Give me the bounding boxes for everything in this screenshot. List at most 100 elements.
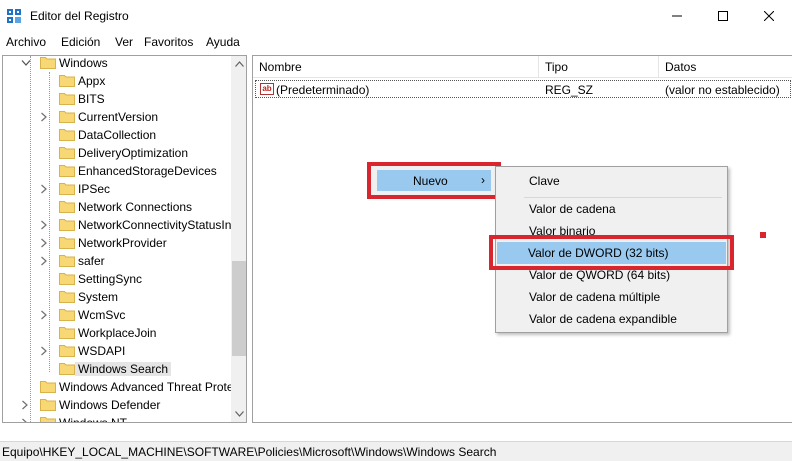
menu-item-nuevo[interactable]: Nuevo ›	[377, 170, 491, 191]
tree-item[interactable]: WSDAPI	[3, 342, 231, 360]
tree-item[interactable]: Network Connections	[3, 198, 231, 216]
chevron-right-icon[interactable]	[20, 417, 30, 422]
window-title: Editor del Registro	[30, 9, 129, 23]
submenu-valor-dword[interactable]: Valor de DWORD (32 bits)	[497, 242, 726, 264]
close-icon	[764, 10, 774, 21]
maximize-button[interactable]	[700, 0, 746, 31]
registry-path: Equipo\HKEY_LOCAL_MACHINE\SOFTWARE\Polic…	[2, 445, 497, 459]
tree-item[interactable]: NetworkConnectivityStatusIn	[3, 216, 231, 234]
menu-ver[interactable]: Ver	[115, 35, 133, 49]
tree-item[interactable]: DeliveryOptimization	[3, 144, 231, 162]
submenu-valor-cadena-expandible[interactable]: Valor de cadena expandible	[498, 308, 725, 330]
folder-icon	[59, 74, 75, 87]
tree-item[interactable]: Windows Advanced Threat Prote	[3, 378, 234, 396]
folder-icon	[59, 236, 75, 249]
menu-favoritos[interactable]: Favoritos	[144, 35, 193, 49]
tree-item[interactable]: Appx	[3, 72, 231, 90]
folder-icon	[59, 92, 75, 105]
tree-item[interactable]: BITS	[3, 90, 231, 108]
submenu-label: Valor de cadena	[529, 202, 616, 216]
chevron-right-icon[interactable]	[39, 309, 49, 321]
tree-item[interactable]: Windows Defender	[3, 396, 231, 414]
chevron-right-icon[interactable]	[39, 111, 49, 123]
tree-item[interactable]: WcmSvc	[3, 306, 231, 324]
minimize-button[interactable]	[654, 0, 700, 31]
tree-item[interactable]: Windows Search	[3, 360, 231, 378]
submenu-valor-cadena[interactable]: Valor de cadena	[498, 198, 725, 220]
menu-bar: Archivo Edición Ver Favoritos Ayuda	[0, 31, 792, 53]
menu-edicion[interactable]: Edición	[61, 35, 100, 49]
chevron-right-icon[interactable]	[20, 399, 30, 411]
tree-item-label: Windows Search	[75, 362, 172, 376]
chevron-right-icon[interactable]	[39, 183, 49, 195]
chevron-down-icon[interactable]	[20, 57, 31, 69]
tree-item[interactable]: NetworkProvider	[3, 234, 231, 252]
close-button[interactable]	[746, 0, 792, 31]
tree-item[interactable]: IPSec	[3, 180, 231, 198]
submenu-clave[interactable]: Clave	[498, 170, 725, 192]
chevron-right-icon[interactable]	[39, 255, 49, 267]
folder-icon	[40, 398, 56, 411]
status-bar: Equipo\HKEY_LOCAL_MACHINE\SOFTWARE\Polic…	[0, 441, 792, 461]
dword-highlight-annotation: Valor de DWORD (32 bits)	[489, 235, 734, 270]
chevron-right-icon[interactable]	[39, 219, 49, 231]
tree-item-label: WcmSvc	[78, 308, 126, 322]
tree-item[interactable]: EnhancedStorageDevices	[3, 162, 231, 180]
folder-icon	[59, 272, 75, 285]
submenu-label: Valor de cadena expandible	[529, 312, 677, 326]
tree-item-label: NetworkConnectivityStatusIn	[78, 218, 232, 232]
tree-item-label: NetworkProvider	[78, 236, 167, 250]
folder-icon	[59, 146, 75, 159]
scroll-down-button[interactable]	[231, 406, 246, 422]
tree-item[interactable]: SettingSync	[3, 270, 231, 288]
column-nombre[interactable]: Nombre	[253, 56, 539, 78]
menu-ayuda[interactable]: Ayuda	[206, 35, 240, 49]
ab-string-icon: ab	[260, 83, 274, 95]
submenu-label: Valor de cadena múltiple	[529, 290, 661, 304]
folder-icon	[59, 344, 75, 357]
tree-item[interactable]: CurrentVersion	[3, 108, 231, 126]
folder-icon	[59, 290, 75, 303]
tree-item[interactable]: Windows	[3, 56, 231, 72]
tree-item[interactable]: DataCollection	[3, 126, 231, 144]
folder-icon	[59, 362, 75, 375]
scroll-up-button[interactable]	[231, 56, 246, 72]
tree-item-label: EnhancedStorageDevices	[78, 164, 217, 178]
menu-item-nuevo-label: Nuevo	[413, 174, 448, 188]
tree-item[interactable]: Windows NT	[3, 414, 231, 422]
tree-item[interactable]: WorkplaceJoin	[3, 324, 231, 342]
folder-icon	[59, 308, 75, 321]
value-type: REG_SZ	[545, 83, 594, 97]
tree-item-label: Windows Defender	[59, 398, 161, 412]
submenu-label: Valor de QWORD (64 bits)	[529, 268, 671, 282]
chevron-right-icon[interactable]	[39, 345, 49, 357]
chevron-right-icon[interactable]	[39, 237, 49, 249]
tree-item[interactable]: safer	[3, 252, 231, 270]
folder-icon	[59, 254, 75, 267]
tree-item-label: System	[78, 290, 119, 304]
folder-icon	[59, 218, 75, 231]
folder-icon	[40, 56, 56, 69]
submenu-valor-cadena-multiple[interactable]: Valor de cadena múltiple	[498, 286, 725, 308]
chevron-right-icon: ›	[481, 173, 485, 187]
folder-icon	[59, 182, 75, 195]
value-name: (Predeterminado)	[276, 83, 370, 97]
value-row[interactable]: ab (Predeterminado) REG_SZ (valor no est…	[255, 80, 791, 98]
menu-archivo[interactable]: Archivo	[6, 35, 46, 49]
tree-item-label: CurrentVersion	[78, 110, 159, 124]
tree-item-label: Appx	[78, 74, 106, 88]
tree-item[interactable]: System	[3, 288, 231, 306]
column-datos[interactable]: Datos	[659, 56, 792, 78]
folder-icon	[40, 416, 56, 422]
scroll-thumb[interactable]	[232, 261, 246, 356]
minimize-icon	[672, 15, 682, 16]
submenu-label: Valor de DWORD (32 bits)	[528, 246, 669, 260]
tree-item-label: DeliveryOptimization	[78, 146, 189, 160]
tree-scrollbar[interactable]	[231, 56, 246, 422]
tree-item-label: Windows	[59, 56, 108, 70]
column-tipo[interactable]: Tipo	[539, 56, 659, 78]
tree-item-label: DataCollection	[78, 128, 157, 142]
tree-item-label: IPSec	[78, 182, 111, 196]
registry-tree[interactable]: Windows Appx BITS CurrentVersion DataCollect…	[2, 55, 247, 423]
tree-item-label: WSDAPI	[78, 344, 126, 358]
